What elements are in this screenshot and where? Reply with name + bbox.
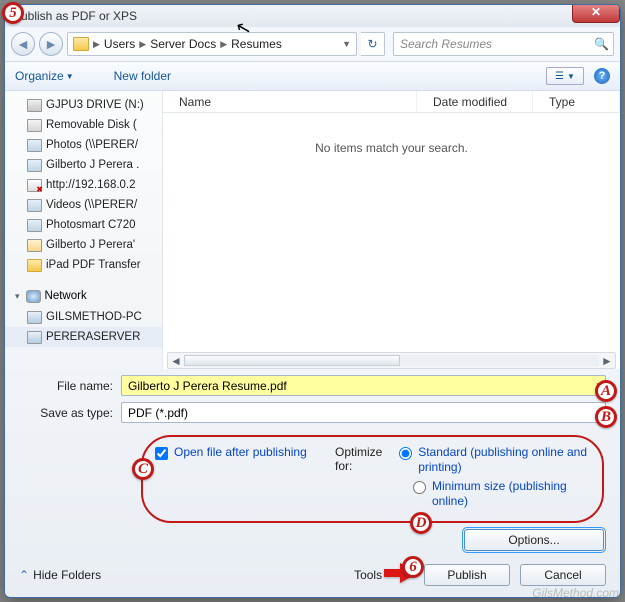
- sidebar-item-url[interactable]: http://192.168.0.2: [5, 175, 162, 195]
- network-share-icon: [27, 159, 42, 172]
- search-icon: 🔍: [594, 37, 609, 51]
- publish-dialog: Publish as PDF or XPS ✕ ◄ ► ▶ Users ▶ Se…: [4, 4, 621, 598]
- callout-B: B: [595, 406, 617, 428]
- chevron-down-icon[interactable]: ▼: [341, 39, 352, 49]
- document-icon: [27, 239, 42, 252]
- toolbar: Organize ▼ New folder ☰▼ ?: [5, 61, 620, 91]
- sidebar-item-photosmart[interactable]: Photosmart C720: [5, 215, 162, 235]
- callout-6: 6: [402, 556, 424, 578]
- crumb-serverdocs[interactable]: Server Docs: [147, 37, 219, 51]
- filename-input[interactable]: Gilberto J Perera Resume.pdf ▾: [121, 375, 606, 396]
- close-button[interactable]: ✕: [572, 4, 620, 23]
- refresh-icon: ↻: [367, 37, 377, 51]
- network-share-icon: [27, 139, 42, 152]
- network-error-icon: [27, 179, 42, 192]
- folder-icon: [73, 37, 89, 51]
- network-share-icon: [27, 199, 42, 212]
- optimize-standard-label[interactable]: Standard (publishing online and printing…: [418, 445, 590, 475]
- computer-icon: [27, 311, 42, 324]
- view-mode-button[interactable]: ☰▼: [546, 67, 584, 85]
- titlebar: Publish as PDF or XPS ✕: [5, 5, 620, 27]
- optimize-for-label: Optimize for:: [335, 445, 389, 473]
- organize-menu[interactable]: Organize ▼: [15, 69, 74, 83]
- hide-folders-button[interactable]: ⌃ Hide Folders: [19, 568, 101, 582]
- back-button[interactable]: ◄: [11, 32, 35, 56]
- folder-icon: [27, 259, 42, 272]
- chevron-right-icon: ▶: [219, 39, 228, 50]
- callout-D: D: [410, 512, 432, 534]
- footer: ⌃ Hide Folders Tools ▼ Publish Cancel: [5, 557, 620, 596]
- close-icon: ✕: [591, 5, 601, 19]
- chevron-right-icon: ▶: [138, 39, 147, 50]
- window-title: Publish as PDF or XPS: [13, 9, 137, 23]
- publish-button[interactable]: Publish: [424, 564, 510, 586]
- optimize-options-group: Open file after publishing Optimize for:…: [141, 435, 604, 523]
- callout-C: C: [132, 458, 154, 480]
- printer-icon: [27, 219, 42, 232]
- crumb-resumes[interactable]: Resumes: [228, 37, 285, 51]
- sidebar-item-drive[interactable]: GJPU3 DRIVE (N:): [5, 95, 162, 115]
- open-after-checkbox[interactable]: [155, 447, 168, 460]
- sidebar-item-gilsmethod-pc[interactable]: GILSMETHOD-PC: [5, 307, 162, 327]
- sidebar-item-gilberto2[interactable]: Gilberto J Perera': [5, 235, 162, 255]
- watermark: GilsMethod.com: [532, 586, 619, 600]
- sidebar-group-network[interactable]: ▾Network: [5, 285, 162, 307]
- view-icon: ☰: [555, 71, 564, 82]
- optimize-minimum-label[interactable]: Minimum size (publishing online): [432, 479, 590, 509]
- removable-disk-icon: [27, 119, 42, 132]
- fields: File name: Gilberto J Perera Resume.pdf …: [5, 369, 620, 433]
- horizontal-scrollbar[interactable]: ◄ ►: [167, 352, 616, 369]
- savetype-value: PDF (*.pdf): [128, 406, 188, 420]
- chevron-down-icon: ▼: [66, 72, 74, 81]
- optimize-minimum-radio[interactable]: [413, 481, 426, 494]
- network-icon: [26, 290, 41, 303]
- search-input[interactable]: Search Resumes 🔍: [393, 32, 614, 56]
- refresh-button[interactable]: ↻: [361, 32, 385, 56]
- crumb-users[interactable]: Users: [101, 37, 138, 51]
- empty-message: No items match your search.: [163, 113, 620, 155]
- sidebar-item-gilberto1[interactable]: Gilberto J Perera .: [5, 155, 162, 175]
- column-header-row: Name Date modified Type: [163, 91, 620, 113]
- scroll-left-icon[interactable]: ◄: [168, 354, 184, 368]
- breadcrumb[interactable]: ▶ Users ▶ Server Docs ▶ Resumes ▼: [67, 32, 357, 56]
- nav-row: ◄ ► ▶ Users ▶ Server Docs ▶ Resumes ▼ ↻ …: [5, 27, 620, 61]
- forward-button[interactable]: ►: [39, 32, 63, 56]
- sidebar: GJPU3 DRIVE (N:) Removable Disk ( Photos…: [5, 91, 163, 369]
- chevron-down-icon: ▼: [567, 72, 575, 81]
- sidebar-item-photos[interactable]: Photos (\\PERER/: [5, 135, 162, 155]
- savetype-select[interactable]: PDF (*.pdf) ▾: [121, 402, 606, 423]
- chevron-down-icon: ▾: [15, 291, 20, 302]
- sidebar-item-ipad[interactable]: iPad PDF Transfer: [5, 255, 162, 275]
- arrow-left-icon: ◄: [16, 36, 30, 52]
- column-header-name[interactable]: Name: [163, 91, 417, 112]
- filename-value: Gilberto J Perera Resume.pdf: [128, 379, 287, 393]
- sidebar-item-removable[interactable]: Removable Disk (: [5, 115, 162, 135]
- new-folder-button[interactable]: New folder: [114, 69, 171, 83]
- chevron-right-icon: ▶: [92, 39, 101, 50]
- open-after-label[interactable]: Open file after publishing: [174, 445, 307, 459]
- chevron-up-icon: ⌃: [19, 568, 29, 582]
- help-icon: ?: [599, 70, 606, 82]
- callout-A: A: [595, 380, 617, 402]
- optimize-standard-radio[interactable]: [399, 447, 412, 460]
- column-header-type[interactable]: Type: [533, 91, 620, 112]
- computer-icon: [27, 331, 42, 344]
- scroll-thumb[interactable]: [184, 355, 400, 366]
- sidebar-item-pereraserver[interactable]: PERERASERVER: [5, 327, 162, 347]
- sidebar-item-videos[interactable]: Videos (\\PERER/: [5, 195, 162, 215]
- scroll-track[interactable]: [184, 355, 599, 366]
- options-button[interactable]: Options...: [464, 529, 604, 551]
- cancel-button[interactable]: Cancel: [520, 564, 606, 586]
- column-header-date[interactable]: Date modified: [417, 91, 533, 112]
- drive-icon: [27, 99, 42, 112]
- scroll-right-icon[interactable]: ►: [599, 354, 615, 368]
- help-button[interactable]: ?: [594, 68, 610, 84]
- savetype-label: Save as type:: [19, 406, 121, 420]
- arrow-right-icon: ►: [44, 36, 58, 52]
- filename-label: File name:: [19, 379, 121, 393]
- file-list: Name Date modified Type No items match y…: [163, 91, 620, 369]
- callout-5: 5: [2, 2, 24, 24]
- search-placeholder: Search Resumes: [400, 37, 492, 51]
